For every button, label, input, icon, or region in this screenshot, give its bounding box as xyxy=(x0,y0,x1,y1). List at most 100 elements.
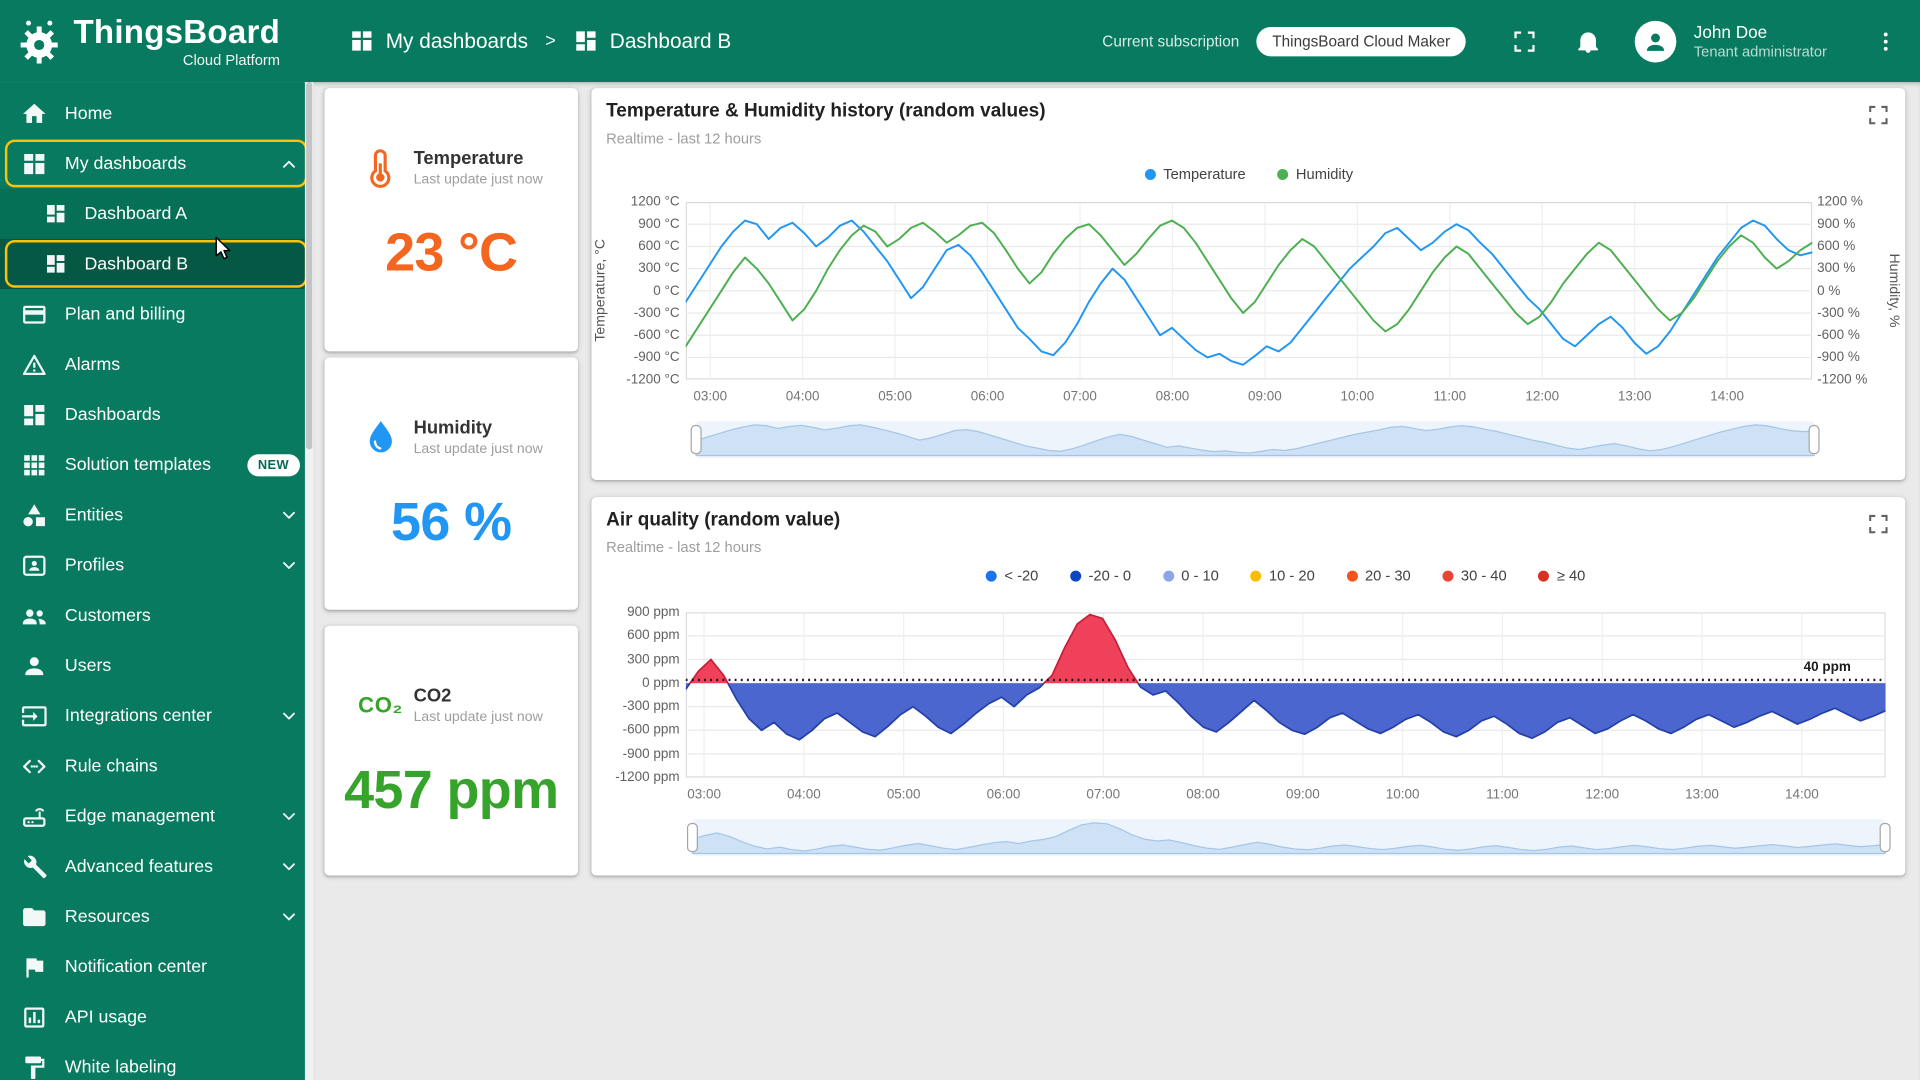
legend-dot xyxy=(1163,570,1174,581)
subscription-label: Current subscription xyxy=(1102,32,1239,49)
sidebar-item-integrations-center[interactable]: Integrations center xyxy=(0,691,312,741)
x-tick-label: 06:00 xyxy=(973,787,1034,802)
sidebar-item-resources[interactable]: Resources xyxy=(0,891,312,941)
humidity-widget[interactable]: Humidity Last update just now 56 % xyxy=(324,358,577,610)
y-tick-label: 300 ppm xyxy=(611,652,680,667)
edge-icon xyxy=(21,803,48,830)
sidebar-item-label: White labeling xyxy=(65,1057,312,1077)
y-tick-label: -900 % xyxy=(1817,350,1883,365)
x-tick-label: 11:00 xyxy=(1472,787,1533,802)
legend-item-20[interactable]: < -20 xyxy=(986,567,1038,584)
advanced-icon xyxy=(21,853,48,880)
widget-subtitle: Last update just now xyxy=(414,710,543,725)
range-handle-right[interactable] xyxy=(1809,425,1820,454)
legend-item-humidity[interactable]: Humidity xyxy=(1278,165,1354,182)
legend-label: 10 - 20 xyxy=(1269,567,1315,584)
area-chart-plot[interactable] xyxy=(686,612,1886,783)
x-tick-label: 04:00 xyxy=(773,787,834,802)
brand-logo[interactable]: ThingsBoard Cloud Platform xyxy=(0,14,312,68)
widget-subtitle: Last update just now xyxy=(414,442,543,457)
sidebar-item-label: Dashboard B xyxy=(84,254,312,274)
users-icon xyxy=(21,652,48,679)
sidebar-item-white-labeling[interactable]: White labeling xyxy=(0,1042,312,1080)
user-role: Tenant administrator xyxy=(1694,42,1827,60)
air-quality-chart-widget: Air quality (random value) Realtime - la… xyxy=(591,497,1905,875)
y-tick-label: 900 °C xyxy=(613,217,679,232)
api-icon xyxy=(21,1003,48,1030)
avatar[interactable] xyxy=(1635,20,1677,62)
line-chart-plot[interactable] xyxy=(686,202,1813,386)
expand-chart-icon[interactable] xyxy=(1866,103,1890,127)
chevron-down-icon xyxy=(278,504,300,526)
x-tick-label: 13:00 xyxy=(1604,389,1665,404)
range-handle-right[interactable] xyxy=(1880,823,1891,852)
x-tick-label: 10:00 xyxy=(1327,389,1388,404)
y-tick-label: -900 ppm xyxy=(611,747,680,762)
notifications-bell-icon[interactable] xyxy=(1574,26,1603,55)
sidebar-item-alarms[interactable]: Alarms xyxy=(0,339,312,389)
sidebar-item-plan-and-billing[interactable]: Plan and billing xyxy=(0,289,312,339)
breadcrumb-my-dashboards[interactable]: My dashboards xyxy=(349,28,528,54)
y-axis-title-left: Temperature, °C xyxy=(591,202,609,380)
sidebar-scrollbar[interactable] xyxy=(305,82,314,1080)
chart-range-selector[interactable] xyxy=(692,819,1886,856)
sidebar-item-api-usage[interactable]: API usage xyxy=(0,992,312,1042)
chart-subtitle: Realtime - last 12 hours xyxy=(606,539,761,556)
sidebar-item-dashboard-a[interactable]: Dashboard A xyxy=(0,189,312,239)
fullscreen-icon[interactable] xyxy=(1510,26,1539,55)
x-tick-label: 12:00 xyxy=(1512,389,1573,404)
range-handle-left[interactable] xyxy=(687,823,698,852)
y-tick-label: 300 % xyxy=(1817,261,1883,276)
x-axis-labels: 03:0004:0005:0006:0007:0008:0009:0010:00… xyxy=(686,787,1886,804)
sidebar-item-edge-management[interactable]: Edge management xyxy=(0,791,312,841)
billing-icon xyxy=(21,301,48,328)
y-tick-label: -1200 ppm xyxy=(611,770,680,785)
legend-dot xyxy=(1251,570,1262,581)
legend-item-20-0[interactable]: -20 - 0 xyxy=(1070,567,1131,584)
legend-item-10-20[interactable]: 10 - 20 xyxy=(1251,567,1315,584)
sidebar-item-dashboards[interactable]: Dashboards xyxy=(0,389,312,439)
customers-icon xyxy=(21,602,48,629)
breadcrumb-dashboard-b[interactable]: Dashboard B xyxy=(573,28,731,54)
sidebar-item-label: Alarms xyxy=(65,354,312,374)
legend-dot xyxy=(986,570,997,581)
chart-title: Temperature & Humidity history (random v… xyxy=(606,100,1045,122)
sidebar-item-dashboard-b[interactable]: Dashboard B xyxy=(0,239,312,289)
co2-widget[interactable]: CO₂ CO2 Last update just now 457 ppm xyxy=(324,626,577,876)
legend-item-40[interactable]: ≥ 40 xyxy=(1538,567,1585,584)
sidebar-item-notification-center[interactable]: Notification center xyxy=(0,942,312,992)
x-tick-label: 09:00 xyxy=(1272,787,1333,802)
sidebar-item-label: My dashboards xyxy=(65,154,278,174)
dashboards-icon xyxy=(349,28,375,54)
co2-icon: CO₂ xyxy=(360,684,402,726)
sidebar-item-solution-templates[interactable]: Solution templatesNEW xyxy=(0,440,312,490)
x-tick-label: 07:00 xyxy=(1073,787,1134,802)
sidebar-item-entities[interactable]: Entities xyxy=(0,490,312,540)
legend-item-20-30[interactable]: 20 - 30 xyxy=(1347,567,1411,584)
more-menu-icon[interactable] xyxy=(1871,26,1900,55)
sidebar-scrollbar-thumb[interactable] xyxy=(306,82,312,449)
sidebar-item-my-dashboards[interactable]: My dashboards xyxy=(0,138,312,188)
sidebar-item-rule-chains[interactable]: Rule chains xyxy=(0,741,312,791)
expand-chart-icon[interactable] xyxy=(1866,512,1890,536)
x-tick-label: 07:00 xyxy=(1049,389,1110,404)
x-tick-label: 11:00 xyxy=(1419,389,1480,404)
subscription-plan-pill[interactable]: ThingsBoard Cloud Maker xyxy=(1256,26,1466,55)
legend-item-30-40[interactable]: 30 - 40 xyxy=(1443,567,1507,584)
chart-range-selector[interactable] xyxy=(696,421,1815,458)
user-info[interactable]: John Doe Tenant administrator xyxy=(1694,22,1827,60)
temperature-widget[interactable]: Temperature Last update just now 23 °C xyxy=(324,88,577,351)
legend-item-temperature[interactable]: Temperature xyxy=(1145,165,1246,182)
sidebar-item-home[interactable]: Home xyxy=(0,88,312,138)
sidebar-item-users[interactable]: Users xyxy=(0,640,312,690)
sidebar-item-customers[interactable]: Customers xyxy=(0,590,312,640)
sidebar-item-advanced-features[interactable]: Advanced features xyxy=(0,841,312,891)
x-tick-label: 08:00 xyxy=(1172,787,1233,802)
alarm-icon xyxy=(21,351,48,378)
range-handle-left[interactable] xyxy=(691,425,702,454)
y-tick-label: 600 ppm xyxy=(611,629,680,644)
sidebar-item-profiles[interactable]: Profiles xyxy=(0,540,312,590)
y-axis-labels-left: 1200 °C900 °C600 °C300 °C0 °C-300 °C-600… xyxy=(613,202,679,380)
y-tick-label: 600 % xyxy=(1817,239,1883,254)
legend-item-0-10[interactable]: 0 - 10 xyxy=(1163,567,1219,584)
